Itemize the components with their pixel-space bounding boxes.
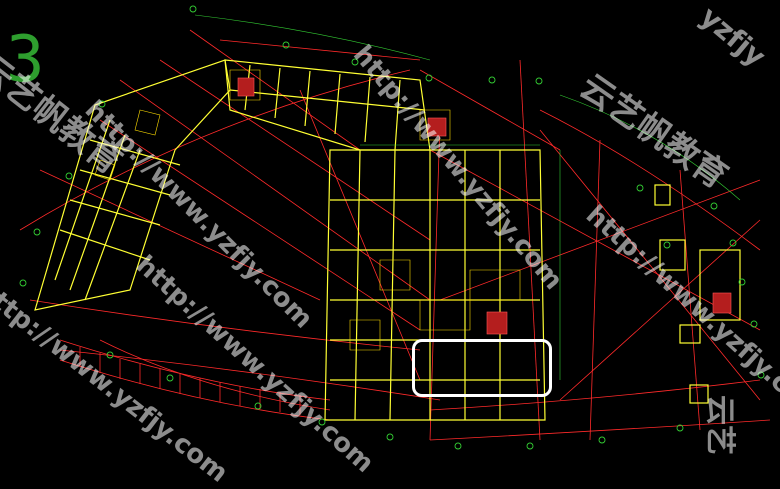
sheet-number: 3 xyxy=(6,23,45,97)
floor-plan-drawing xyxy=(0,0,780,480)
highlight-box xyxy=(412,339,552,397)
